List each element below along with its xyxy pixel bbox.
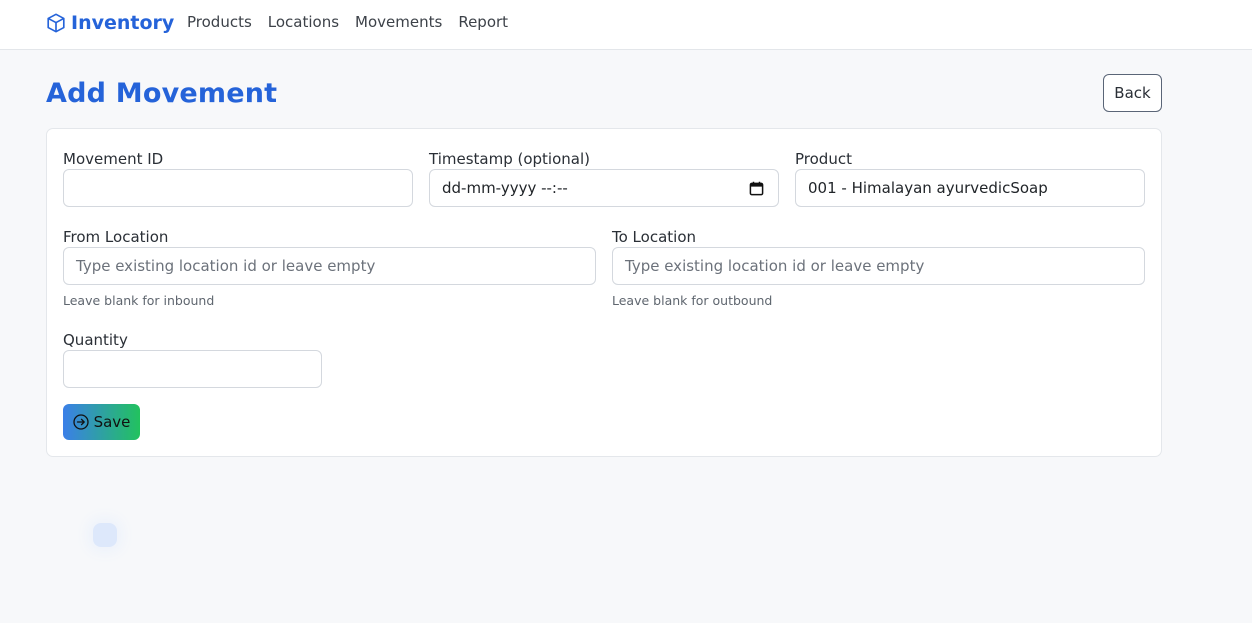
- calendar-icon[interactable]: [749, 181, 764, 196]
- back-button[interactable]: Back: [1103, 74, 1162, 112]
- save-label: Save: [93, 413, 131, 431]
- navbar: Inventory Products Locations Movements R…: [0, 0, 1252, 50]
- to-location-input[interactable]: Type existing location id or leave empty: [612, 247, 1145, 285]
- from-location-help: Leave blank for inbound: [63, 293, 215, 308]
- product-value: 001 - Himalayan ayurvedicSoap: [808, 179, 1048, 197]
- nav-link-locations[interactable]: Locations: [268, 12, 339, 32]
- page-title: Add Movement: [46, 78, 278, 109]
- arrow-circle-right-icon: [72, 414, 89, 430]
- brand-link[interactable]: Inventory: [45, 11, 174, 35]
- to-location-help: Leave blank for outbound: [612, 293, 773, 308]
- from-location-input[interactable]: Type existing location id or leave empty: [63, 247, 596, 285]
- save-button[interactable]: Save: [63, 404, 140, 440]
- quantity-input[interactable]: [63, 350, 322, 388]
- timestamp-label: Timestamp (optional): [429, 150, 590, 168]
- quantity-label: Quantity: [63, 331, 128, 349]
- decorative-blob: [93, 523, 117, 547]
- timestamp-input[interactable]: dd-mm-yyyy --:--: [429, 169, 779, 207]
- to-location-label: To Location: [612, 228, 697, 246]
- nav-link-movements[interactable]: Movements: [355, 12, 442, 32]
- brand-label: Inventory: [71, 12, 175, 34]
- movement-form-card: Movement ID Timestamp (optional) dd-mm-y…: [46, 128, 1162, 457]
- nav-link-report[interactable]: Report: [458, 12, 508, 32]
- from-location-label: From Location: [63, 228, 169, 246]
- movement-id-label: Movement ID: [63, 150, 164, 168]
- from-location-placeholder: Type existing location id or leave empty: [76, 257, 376, 275]
- product-input[interactable]: 001 - Himalayan ayurvedicSoap: [795, 169, 1145, 207]
- box-icon: [47, 13, 65, 33]
- movement-id-input[interactable]: [63, 169, 413, 207]
- nav-link-products[interactable]: Products: [187, 12, 252, 32]
- product-label: Product: [795, 150, 852, 168]
- timestamp-value: dd-mm-yyyy --:--: [442, 179, 568, 197]
- nav-links: Products Locations Movements Report: [187, 12, 508, 32]
- to-location-placeholder: Type existing location id or leave empty: [625, 257, 925, 275]
